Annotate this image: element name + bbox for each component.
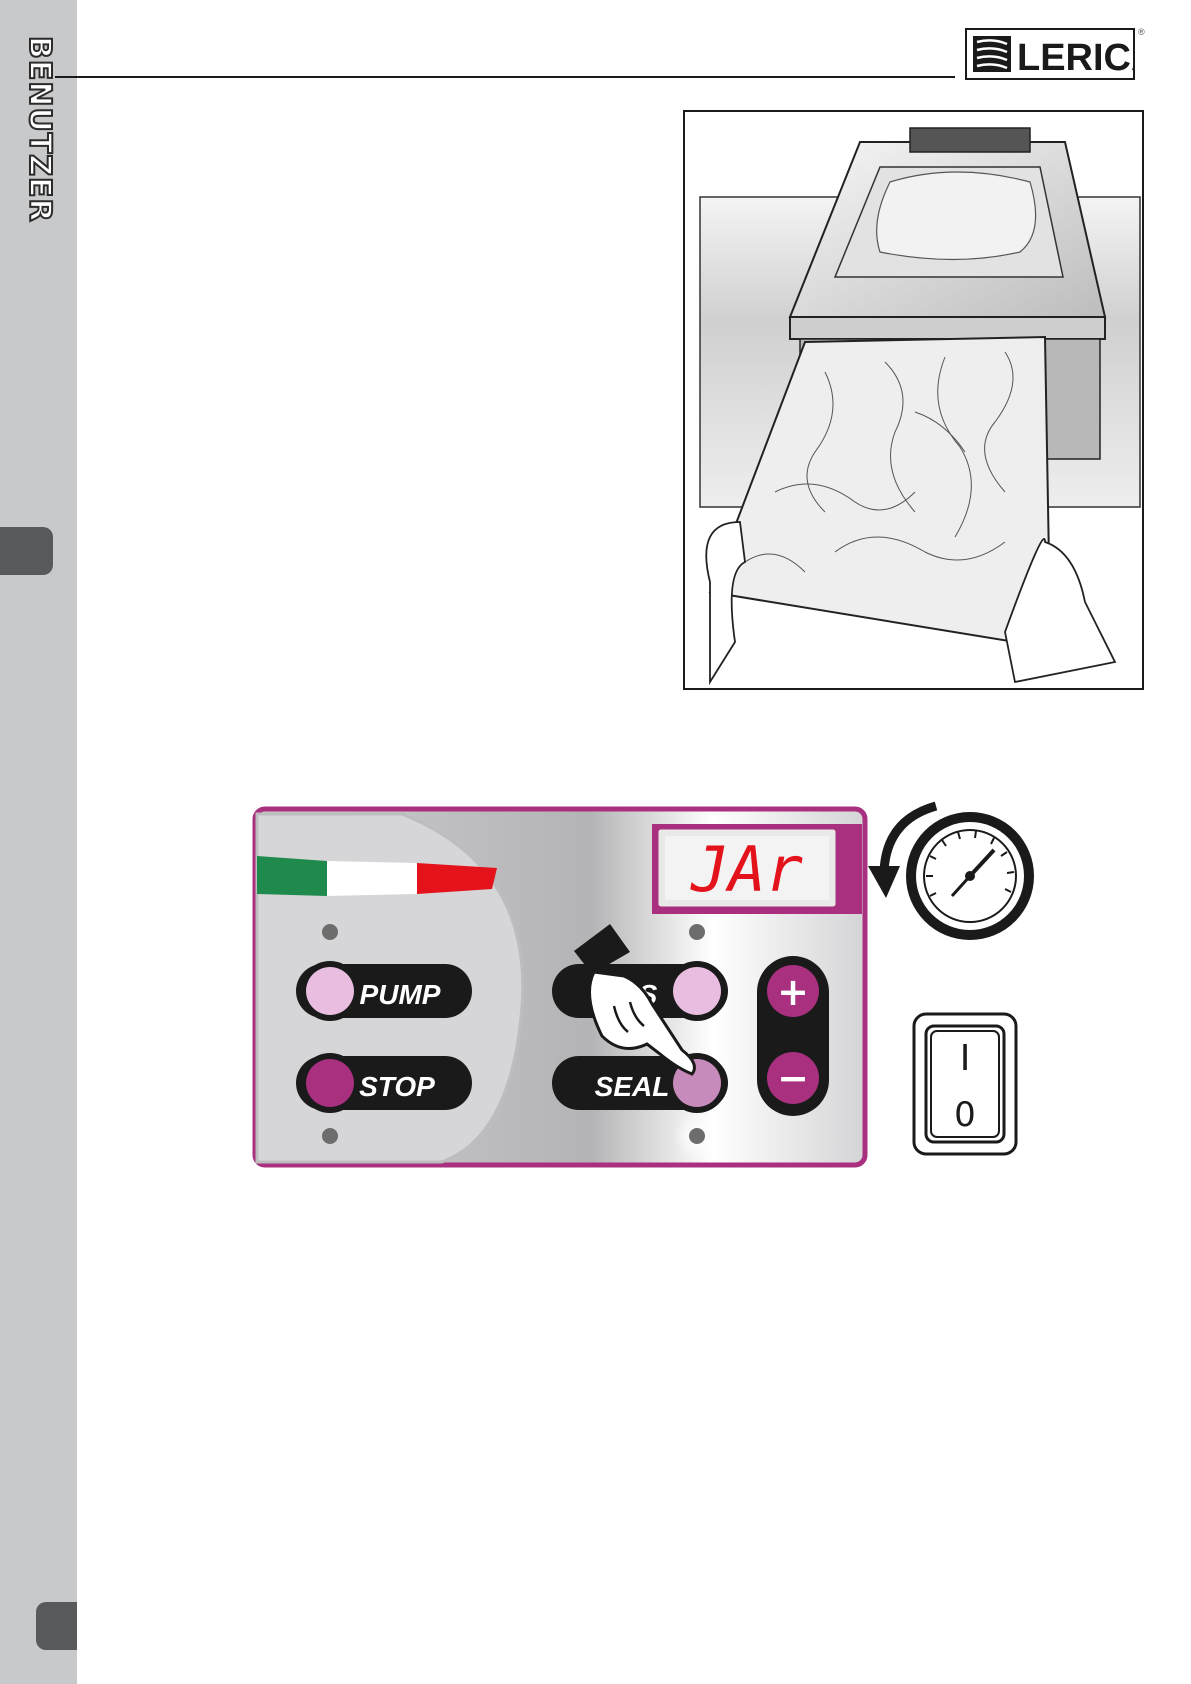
towel-illustration <box>683 110 1144 690</box>
stop-button[interactable]: STOP <box>296 1053 472 1113</box>
seal-button[interactable]: SEAL <box>552 1053 728 1113</box>
page-number-tab <box>36 1602 77 1650</box>
left-hand <box>705 521 746 686</box>
stop-label: STOP <box>359 1071 435 1102</box>
minus-button[interactable]: − <box>767 1052 819 1104</box>
section-title: BENUTZER <box>21 35 58 224</box>
seal-label: SEAL <box>595 1071 670 1102</box>
pump-button[interactable]: PUMP <box>296 961 472 1021</box>
lcd-display: JAr <box>690 833 803 906</box>
pump-label: PUMP <box>360 979 441 1010</box>
rotate-arrow-icon <box>868 866 900 898</box>
sidebar: BENUTZER <box>0 0 77 1684</box>
switch-off-label: 0 <box>954 1095 976 1135</box>
header-rule <box>55 76 955 78</box>
svg-text:−: − <box>777 1056 809 1100</box>
control-panel: JAr PUMP STOP GAS SEAL <box>252 806 868 1168</box>
swirl-logo-icon <box>973 36 1011 72</box>
switch-on-label: I <box>960 1038 971 1079</box>
registered-mark: ® <box>1138 27 1145 37</box>
vacuum-gauge-icon <box>866 792 1040 952</box>
section-tab <box>0 527 53 575</box>
brand-logo: LERICA <box>965 28 1135 80</box>
logo-text: LERICA <box>1017 37 1133 78</box>
power-switch-icon: I 0 <box>912 1012 1018 1156</box>
svg-text:+: + <box>777 970 809 1014</box>
plus-button[interactable]: + <box>767 965 819 1017</box>
